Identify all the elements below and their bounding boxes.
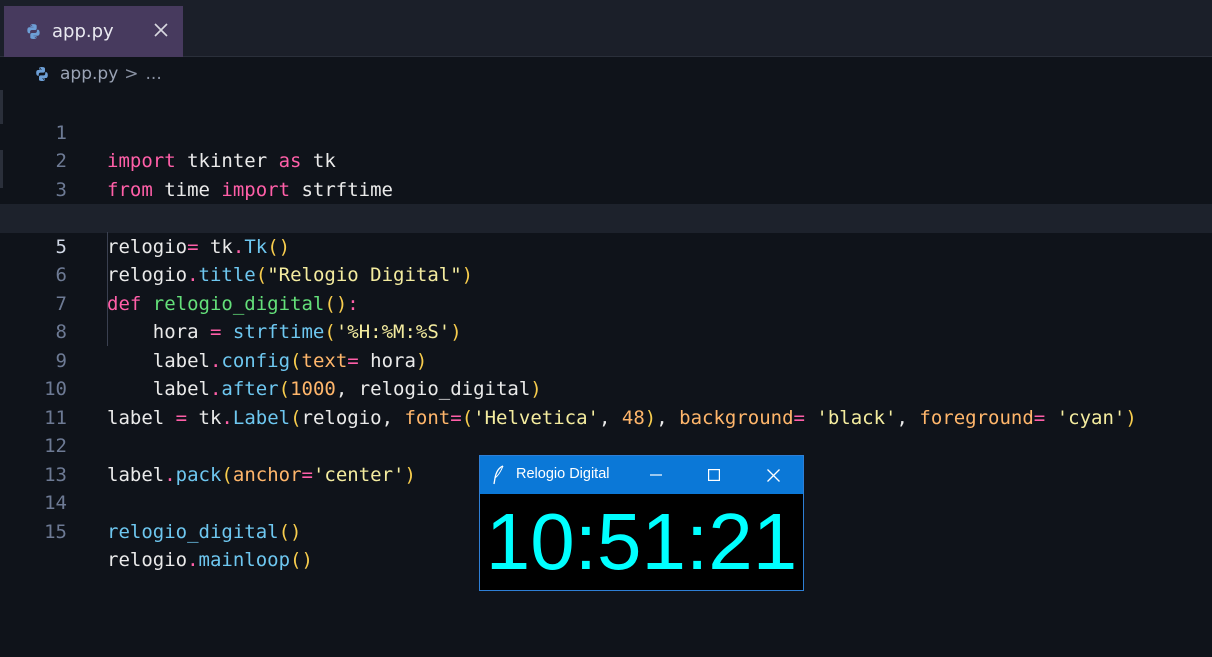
tab-bar: app.py — [0, 0, 1212, 57]
code-line: 6 def relogio_digital(): — [0, 233, 1212, 315]
clock-label: 10:51:21 — [485, 497, 798, 586]
breadcrumb: app.py > ... — [0, 57, 1212, 90]
code-line: 8 label.config(text= hora) — [0, 290, 1212, 372]
python-icon — [27, 24, 40, 39]
tk-window[interactable]: Relogio Digital 10:51:21 — [479, 455, 804, 591]
tk-titlebar[interactable]: Relogio Digital — [480, 456, 803, 494]
close-icon[interactable] — [151, 20, 171, 40]
breadcrumb-more[interactable]: ... — [146, 64, 162, 84]
feather-icon — [493, 465, 504, 485]
tab-app-py[interactable]: app.py — [4, 6, 183, 57]
breadcrumb-file[interactable]: app.py — [60, 64, 118, 84]
code-line: 11 — [0, 375, 1212, 429]
code-line: 12 label.pack(anchor='center') — [0, 404, 1212, 486]
code-line: 3 — [0, 147, 1212, 201]
code-line: 7 hora = strftime('%H:%M:%S') — [0, 261, 1212, 344]
code-line: 10 label = tk.Label(relogio, font=('Helv… — [0, 347, 1212, 429]
indent-guide — [107, 232, 108, 346]
minimize-button[interactable] — [633, 456, 679, 494]
code-line-active: 5 relogio.title("Relogio Digital") — [0, 204, 1212, 286]
tk-window-title: Relogio Digital — [516, 466, 610, 482]
code-line: 2 from time import strftime — [0, 119, 1212, 201]
close-button[interactable] — [750, 456, 796, 494]
tab-label: app.py — [52, 21, 114, 42]
code-line: 1 import tkinter as tk — [0, 90, 1212, 173]
python-icon — [36, 66, 48, 81]
code-line: 9 label.after(1000, relogio_digital) — [0, 318, 1212, 401]
maximize-button[interactable] — [691, 456, 737, 494]
code-line: 4 relogio= tk.Tk() — [0, 176, 1212, 258]
line-number: 15 — [44, 520, 67, 543]
breadcrumb-separator: > — [124, 63, 139, 84]
